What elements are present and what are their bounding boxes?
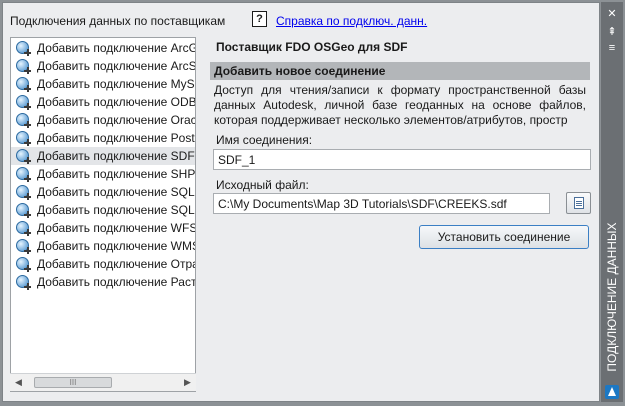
autodesk-logo-icon xyxy=(605,385,619,399)
connection-name-label: Имя соединения: xyxy=(216,133,313,147)
section-title: Добавить новое соединение xyxy=(210,62,590,80)
provider-list-item[interactable]: Добавить подключение WMS xyxy=(11,237,195,255)
provider-label: Добавить подключение Отра xyxy=(37,257,195,271)
provider-label: Добавить подключение WMS xyxy=(37,239,195,253)
pin-icon[interactable]: ⇞ xyxy=(606,26,618,38)
provider-label: Добавить подключение Orac xyxy=(37,113,195,127)
provider-list-item[interactable]: Добавить подключение SQLi xyxy=(11,201,195,219)
scroll-left-icon[interactable]: ◀ xyxy=(10,374,27,391)
provider-list-item[interactable]: Добавить подключение Orac xyxy=(11,111,195,129)
scroll-thumb[interactable]: III xyxy=(34,377,112,388)
document-icon xyxy=(574,197,584,209)
provider-list-item[interactable]: Добавить подключение SQL xyxy=(11,183,195,201)
globe-add-icon xyxy=(15,40,31,56)
globe-add-icon xyxy=(15,274,31,290)
palette-title-text: ПОДКЛЮЧЕНИЕ ДАННЫХ xyxy=(605,222,619,372)
provider-label: Добавить подключение Post xyxy=(37,131,195,145)
source-file-input[interactable] xyxy=(213,193,550,214)
properties-icon[interactable]: ≡ xyxy=(606,42,618,54)
provider-list[interactable]: Добавить подключение ArcG Добавить подклю… xyxy=(10,37,196,392)
provider-label: Добавить подключение SQLi xyxy=(37,203,195,217)
globe-add-icon xyxy=(15,238,31,254)
globe-add-icon xyxy=(15,202,31,218)
globe-add-icon xyxy=(15,220,31,236)
globe-add-icon xyxy=(15,256,31,272)
provider-list-items: Добавить подключение ArcG Добавить подклю… xyxy=(11,38,195,291)
provider-label: Добавить подключение ArcS xyxy=(37,59,195,73)
browse-button[interactable] xyxy=(566,192,591,214)
globe-add-icon xyxy=(15,184,31,200)
help-link[interactable]: Справка по подключ. данн. xyxy=(276,14,427,28)
close-icon[interactable]: ✕ xyxy=(606,8,618,20)
source-file-label: Исходный файл: xyxy=(216,178,309,192)
globe-add-icon xyxy=(15,130,31,146)
horizontal-scrollbar[interactable]: ◀ III ▶ xyxy=(10,373,196,391)
help-icon[interactable]: ? xyxy=(252,11,267,27)
globe-add-icon xyxy=(15,58,31,74)
description-text: Доступ для чтения/записи к формату прост… xyxy=(214,83,586,127)
provider-title: Поставщик FDO OSGeo для SDF xyxy=(216,40,408,54)
provider-list-item[interactable]: Добавить подключение SDF xyxy=(11,147,195,165)
globe-add-icon xyxy=(15,112,31,128)
globe-add-icon xyxy=(15,166,31,182)
provider-label: Добавить подключение ODB xyxy=(37,95,195,109)
provider-list-item[interactable]: Добавить подключение ArcS xyxy=(11,57,195,75)
provider-list-item[interactable]: Добавить подключение Раст xyxy=(11,273,195,291)
connect-button[interactable]: Установить соединение xyxy=(419,225,589,249)
provider-list-item[interactable]: Добавить подключение ODB xyxy=(11,93,195,111)
provider-label: Добавить подключение MyS xyxy=(37,77,195,91)
provider-label: Добавить подключение WFS xyxy=(37,221,195,235)
provider-description: Доступ для чтения/записи к формату прост… xyxy=(214,83,586,129)
globe-add-icon xyxy=(15,76,31,92)
palette-title: ПОДКЛЮЧЕНИЕ ДАННЫХ xyxy=(601,222,623,372)
connection-name-input[interactable] xyxy=(213,149,591,170)
provider-list-item[interactable]: Добавить подключение MyS xyxy=(11,75,195,93)
globe-add-icon xyxy=(15,94,31,110)
provider-list-item[interactable]: Добавить подключение Post xyxy=(11,129,195,147)
providers-header: Подключения данных по поставщикам xyxy=(10,14,226,28)
provider-list-item[interactable]: Добавить подключение Отра xyxy=(11,255,195,273)
provider-label: Добавить подключение SQL xyxy=(37,185,195,199)
provider-list-item[interactable]: Добавить подключение ArcG xyxy=(11,39,195,57)
provider-label: Добавить подключение Раст xyxy=(37,275,195,289)
scroll-right-icon[interactable]: ▶ xyxy=(179,374,196,391)
globe-add-icon xyxy=(15,148,31,164)
provider-list-item[interactable]: Добавить подключение SHP xyxy=(11,165,195,183)
provider-list-item[interactable]: Добавить подключение WFS xyxy=(11,219,195,237)
provider-label: Добавить подключение SHP xyxy=(37,167,195,181)
palette-sidebar: ✕ ⇞ ≡ ПОДКЛЮЧЕНИЕ ДАННЫХ xyxy=(601,2,623,402)
provider-label: Добавить подключение SDF xyxy=(37,149,195,163)
provider-label: Добавить подключение ArcG xyxy=(37,41,195,55)
